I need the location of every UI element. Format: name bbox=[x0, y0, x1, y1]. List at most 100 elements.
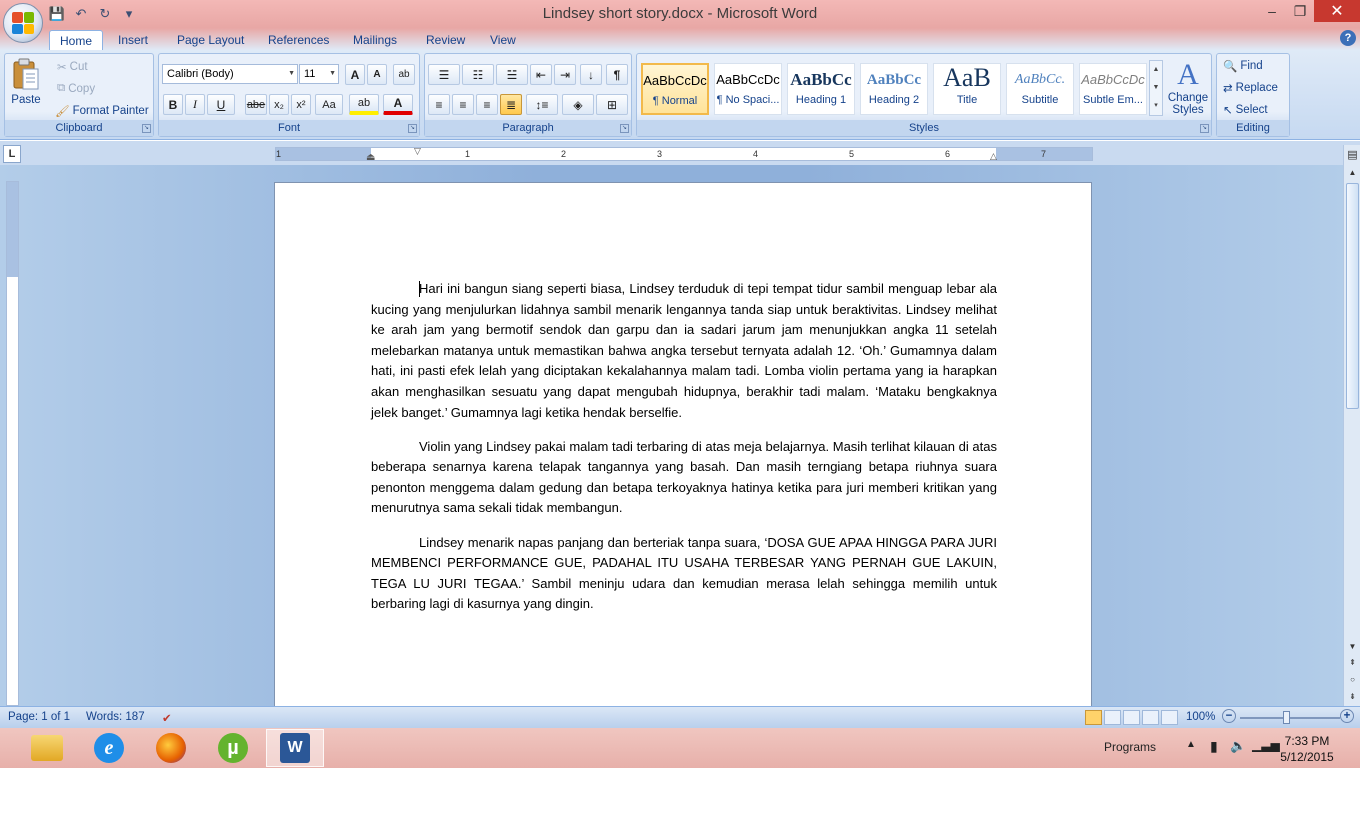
multilevel-list-button[interactable]: ☱ bbox=[496, 64, 528, 85]
previous-page-icon[interactable]: ⇞ bbox=[1345, 655, 1360, 670]
vertical-ruler[interactable] bbox=[6, 181, 19, 706]
clock[interactable]: 7:33 PM 5/12/2015 bbox=[1272, 733, 1342, 765]
taskbar-utorrent[interactable]: µ bbox=[204, 729, 262, 767]
redo-icon[interactable]: ↻ bbox=[96, 5, 114, 23]
office-button[interactable] bbox=[3, 3, 43, 43]
line-spacing-button[interactable]: ↕≡ bbox=[526, 94, 558, 115]
style-heading-1[interactable]: AaBbCc Heading 1 bbox=[787, 63, 855, 115]
draft-view-button[interactable] bbox=[1161, 710, 1178, 725]
tab-references[interactable]: References bbox=[258, 30, 339, 50]
left-indent-marker-icon[interactable]: ⏏ bbox=[366, 153, 375, 163]
help-icon[interactable]: ? bbox=[1340, 30, 1356, 46]
outline-view-button[interactable] bbox=[1142, 710, 1159, 725]
tab-view[interactable]: View bbox=[480, 30, 526, 50]
paragraph-launcher-icon[interactable]: ↘ bbox=[620, 124, 629, 133]
font-color-button[interactable]: A bbox=[383, 94, 413, 115]
style-no-spacing[interactable]: AaBbCcDc ¶ No Spaci... bbox=[714, 63, 782, 115]
decrease-indent-button[interactable]: ⇤ bbox=[530, 64, 552, 85]
italic-button[interactable]: I bbox=[185, 94, 205, 115]
style-title[interactable]: AaB Title bbox=[933, 63, 1001, 115]
taskbar-word[interactable]: W bbox=[266, 729, 324, 767]
copy-button[interactable]: ⧉ Copy bbox=[57, 82, 95, 95]
taskbar-file-explorer[interactable] bbox=[18, 729, 76, 767]
justify-button[interactable]: ≣ bbox=[500, 94, 522, 115]
zoom-out-button[interactable]: − bbox=[1222, 709, 1236, 723]
styles-gallery-scroll[interactable]: ▲ ▼ ▾ bbox=[1149, 60, 1163, 116]
align-center-button[interactable]: ≡ bbox=[452, 94, 474, 115]
font-family-combo[interactable]: Calibri (Body) ▼ bbox=[162, 64, 298, 84]
change-styles-button[interactable]: A Change Styles bbox=[1167, 58, 1209, 116]
bold-button[interactable]: B bbox=[163, 94, 183, 115]
clipboard-launcher-icon[interactable]: ↘ bbox=[142, 124, 151, 133]
scroll-down-icon[interactable]: ▼ bbox=[1150, 79, 1162, 97]
zoom-in-button[interactable]: + bbox=[1340, 709, 1354, 723]
strikethrough-button[interactable]: abe bbox=[245, 94, 267, 115]
font-size-combo[interactable]: 11 ▼ bbox=[299, 64, 339, 84]
tab-home[interactable]: Home bbox=[49, 30, 104, 50]
restore-button[interactable]: ❐ bbox=[1286, 0, 1314, 22]
paragraph[interactable]: Hari ini bangun siang seperti biasa, Lin… bbox=[371, 279, 997, 423]
style-subtitle[interactable]: AaBbCc. Subtitle bbox=[1006, 63, 1074, 115]
taskbar-firefox[interactable] bbox=[142, 729, 200, 767]
page-count[interactable]: Page: 1 of 1 bbox=[8, 711, 70, 723]
font-launcher-icon[interactable]: ↘ bbox=[408, 124, 417, 133]
highlight-button[interactable]: ab bbox=[349, 94, 379, 115]
next-page-icon[interactable]: ⇟ bbox=[1345, 689, 1360, 704]
battery-icon[interactable]: ▮ bbox=[1210, 738, 1218, 755]
grow-font-button[interactable]: A bbox=[345, 64, 365, 85]
browse-object-icon[interactable]: ○ bbox=[1345, 672, 1360, 687]
scrollbar-thumb[interactable] bbox=[1346, 183, 1359, 409]
zoom-slider-track[interactable] bbox=[1240, 717, 1340, 719]
clear-formatting-button[interactable]: ab bbox=[393, 64, 415, 85]
replace-button[interactable]: ⇄ Replace bbox=[1223, 81, 1278, 95]
volume-icon[interactable]: 🔈 bbox=[1230, 738, 1246, 754]
vertical-scrollbar[interactable]: ▤ ▲ ▼ ⇞ ○ ⇟ bbox=[1343, 145, 1360, 706]
proofing-icon[interactable]: ✔ bbox=[162, 711, 172, 725]
web-layout-view-button[interactable] bbox=[1123, 710, 1140, 725]
align-right-button[interactable]: ≡ bbox=[476, 94, 498, 115]
cut-button[interactable]: ✂ Cut bbox=[57, 60, 88, 74]
undo-icon[interactable]: ↶ bbox=[72, 5, 90, 23]
document-body[interactable]: Hari ini bangun siang seperti biasa, Lin… bbox=[371, 279, 997, 628]
minimize-button[interactable]: – bbox=[1258, 0, 1286, 22]
superscript-button[interactable]: x² bbox=[291, 94, 311, 115]
styles-launcher-icon[interactable]: ↘ bbox=[1200, 124, 1209, 133]
paragraph[interactable]: Violin yang Lindsey pakai malam tadi ter… bbox=[371, 437, 997, 519]
right-indent-marker-icon[interactable]: △ bbox=[990, 151, 997, 161]
customize-qat-icon[interactable]: ▾ bbox=[120, 5, 138, 23]
close-button[interactable]: ✕ bbox=[1314, 0, 1360, 22]
gallery-more-icon[interactable]: ▾ bbox=[1150, 97, 1162, 115]
scroll-down-icon[interactable]: ▼ bbox=[1345, 639, 1360, 654]
show-marks-button[interactable]: ¶ bbox=[606, 64, 628, 85]
align-left-button[interactable]: ≡ bbox=[428, 94, 450, 115]
save-icon[interactable]: 💾 bbox=[48, 5, 66, 23]
print-layout-view-button[interactable] bbox=[1085, 710, 1102, 725]
borders-button[interactable]: ⊞ bbox=[596, 94, 628, 115]
paragraph[interactable]: Lindsey menarik napas panjang dan berter… bbox=[371, 533, 997, 615]
change-case-button[interactable]: Aa bbox=[315, 94, 343, 115]
format-painter-button[interactable]: 🖌 Format Painter bbox=[55, 104, 149, 118]
full-screen-reading-view-button[interactable] bbox=[1104, 710, 1121, 725]
scroll-up-icon[interactable]: ▲ bbox=[1150, 61, 1162, 79]
paste-button[interactable]: Paste bbox=[11, 58, 41, 106]
increase-indent-button[interactable]: ⇥ bbox=[554, 64, 576, 85]
programs-toolbar[interactable]: Programs bbox=[1104, 740, 1156, 754]
select-button[interactable]: ↖ Select bbox=[1223, 103, 1268, 117]
word-count[interactable]: Words: 187 bbox=[86, 711, 145, 723]
horizontal-ruler[interactable]: 1 1 2 3 4 5 6 7 ⏏ ▽ △ bbox=[275, 146, 1093, 163]
scroll-up-icon[interactable]: ▲ bbox=[1345, 165, 1360, 180]
numbering-button[interactable]: ☷ bbox=[462, 64, 494, 85]
tab-selector[interactable]: L bbox=[3, 145, 21, 163]
sort-button[interactable]: ↓ bbox=[580, 64, 602, 85]
taskbar-internet-explorer[interactable]: e bbox=[80, 729, 138, 767]
document-page[interactable]: Hari ini bangun siang seperti biasa, Lin… bbox=[274, 182, 1092, 706]
underline-button[interactable]: U bbox=[207, 94, 235, 115]
shrink-font-button[interactable]: A bbox=[367, 64, 387, 85]
shading-button[interactable]: ◈ bbox=[562, 94, 594, 115]
bullets-button[interactable]: ☰ bbox=[428, 64, 460, 85]
find-button[interactable]: 🔍 Find bbox=[1223, 59, 1263, 73]
zoom-level[interactable]: 100% bbox=[1186, 711, 1215, 723]
style-subtle-emphasis[interactable]: AaBbCcDc Subtle Em... bbox=[1079, 63, 1147, 115]
view-ruler-icon[interactable]: ▤ bbox=[1345, 148, 1360, 163]
tab-page-layout[interactable]: Page Layout bbox=[167, 30, 254, 50]
